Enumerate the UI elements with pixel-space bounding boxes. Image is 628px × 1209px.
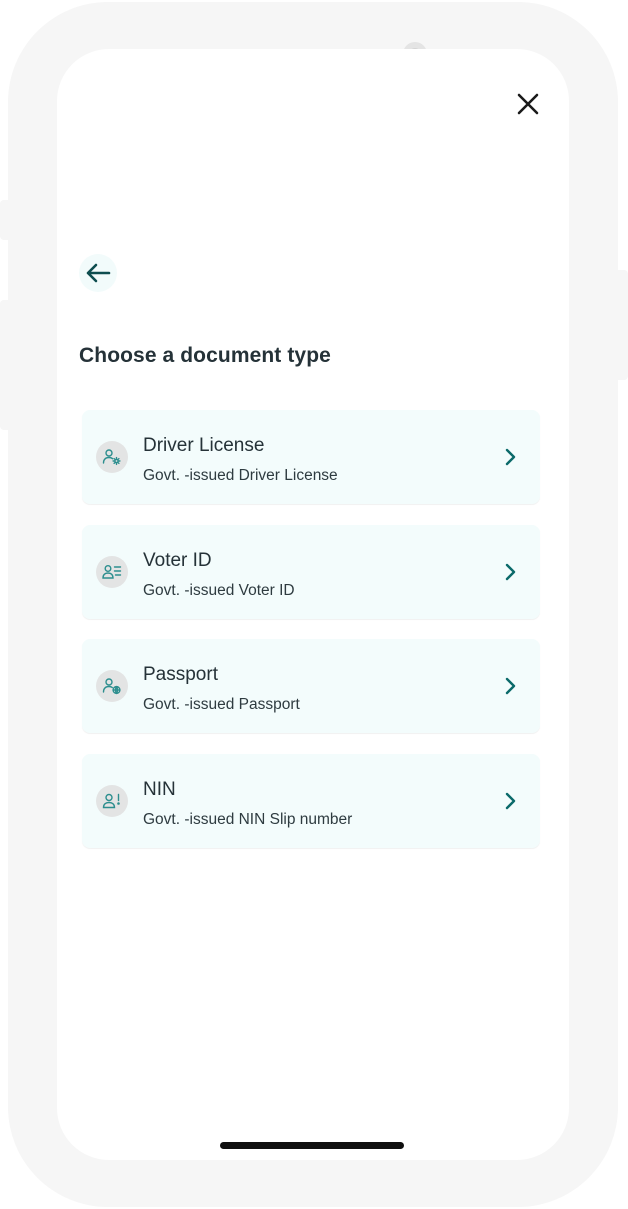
document-description: Govt. -issued Driver License <box>143 467 338 484</box>
document-type-list: Driver License Govt. -issued Driver Lice… <box>82 410 540 868</box>
home-indicator[interactable] <box>220 1142 404 1149</box>
close-icon <box>517 93 539 115</box>
document-description: Govt. -issued NIN Slip number <box>143 810 353 828</box>
document-name: Driver License <box>143 435 265 456</box>
user-globe-icon <box>96 670 128 702</box>
document-option-nin[interactable]: NIN Govt. -issued NIN Slip number <box>82 753 540 848</box>
close-button[interactable] <box>513 89 543 119</box>
document-option-voter-id[interactable]: Voter ID Govt. -issued Voter ID <box>82 524 540 619</box>
document-option-passport[interactable]: Passport Govt. -issued Passport <box>82 639 540 733</box>
arrow-left-icon <box>86 263 111 283</box>
chevron-right-icon <box>505 792 516 809</box>
document-description: Govt. -issued Passport <box>143 696 300 713</box>
document-name: Passport <box>143 664 218 685</box>
back-button[interactable] <box>79 254 117 292</box>
chevron-right-icon <box>505 677 516 695</box>
power-button <box>614 270 628 380</box>
user-alert-icon <box>96 784 128 817</box>
document-description: Govt. -issued Voter ID <box>143 581 295 599</box>
document-name: NIN <box>143 778 176 800</box>
user-list-icon <box>96 555 128 588</box>
page-title: Choose a document type <box>79 344 331 367</box>
document-name: Voter ID <box>143 549 212 571</box>
user-gear-icon <box>96 441 128 473</box>
document-option-driver-license[interactable]: Driver License Govt. -issued Driver Lice… <box>82 410 540 504</box>
volume-buttons <box>0 300 12 430</box>
chevron-right-icon <box>505 563 516 580</box>
chevron-right-icon <box>505 448 516 466</box>
mute-switch <box>0 200 12 240</box>
app-screen: Choose a document type Driver License Go… <box>57 49 569 1160</box>
